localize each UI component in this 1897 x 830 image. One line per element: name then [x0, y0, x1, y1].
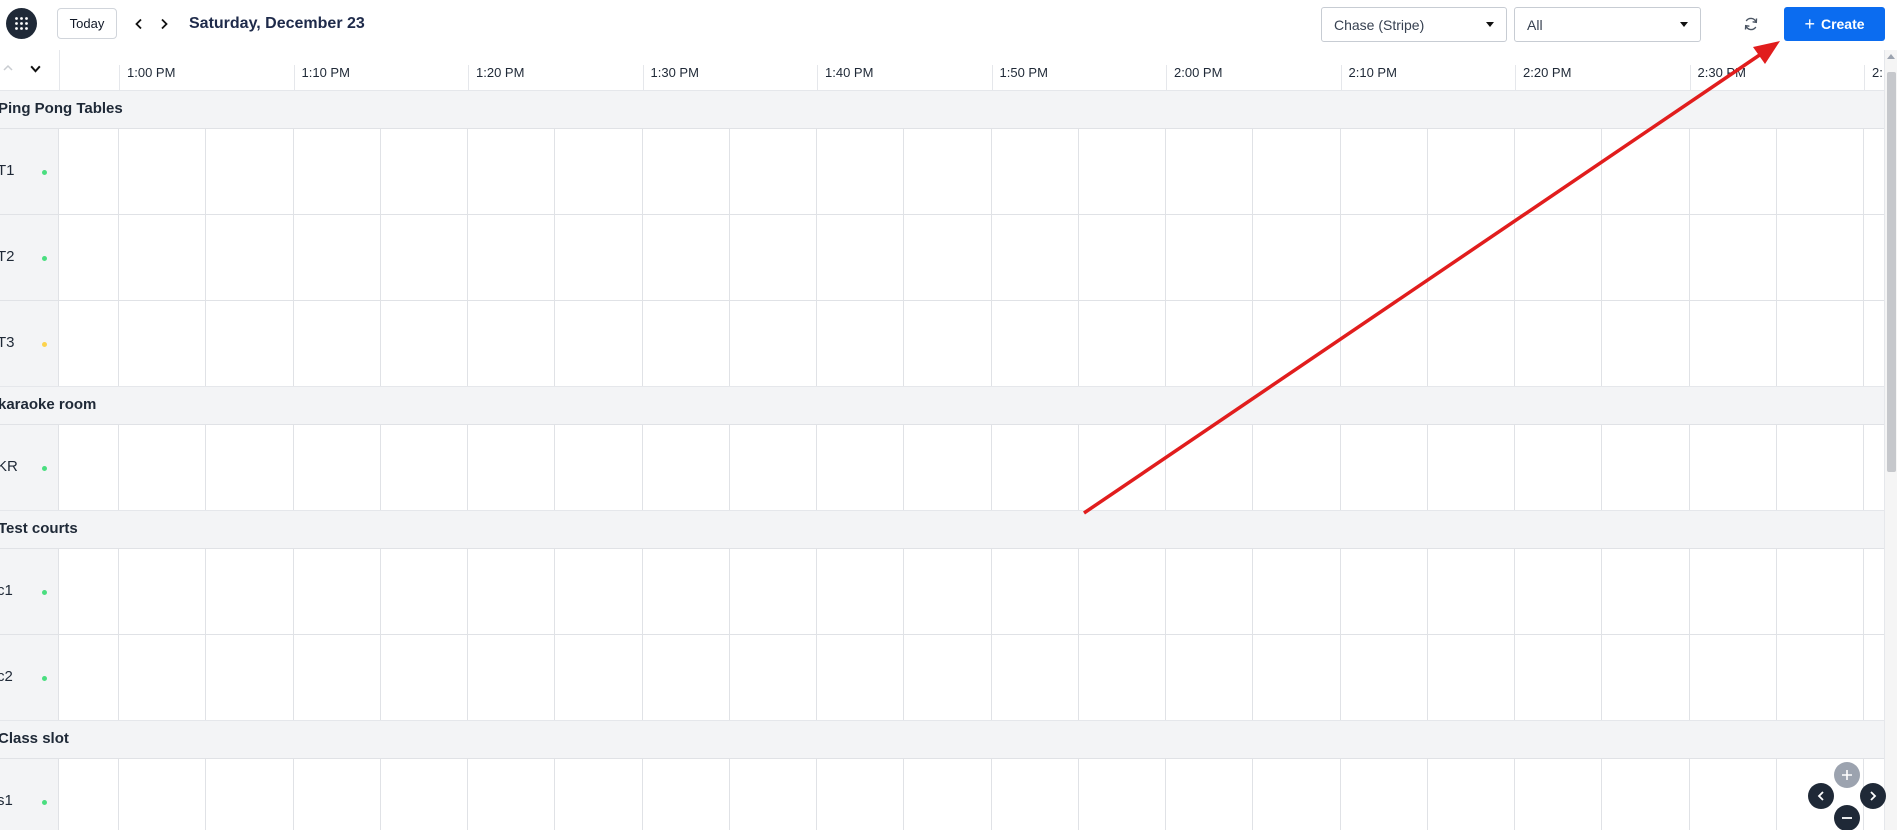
resource-group-header[interactable]: Class slot [0, 720, 1884, 758]
resource-group-name: Ping Pong Tables [0, 100, 123, 117]
time-label: 1:40 PM [817, 65, 873, 90]
chevron-right-icon [1870, 791, 1877, 801]
filter-select-value: All [1527, 16, 1543, 33]
resource-group-header[interactable]: Test courts [0, 510, 1884, 548]
resource-name: T1 [0, 162, 15, 179]
resource-name: T3 [0, 334, 15, 351]
resource-label-cell[interactable]: c1 [0, 549, 59, 634]
time-slot-area[interactable] [59, 301, 1884, 386]
time-label: 1:20 PM [468, 65, 524, 90]
refresh-icon [1744, 17, 1758, 31]
refresh-button[interactable] [1740, 13, 1762, 35]
resource-label-cell[interactable]: c2 [0, 635, 59, 720]
account-select-value: Chase (Stripe) [1334, 16, 1425, 33]
create-button-label: Create [1820, 16, 1865, 32]
time-label: 2:20 PM [1515, 65, 1571, 90]
resource-group-header[interactable]: karaoke room [0, 386, 1884, 424]
resource-name: c2 [0, 668, 13, 685]
resource-row: T3 [0, 300, 1884, 386]
status-dot-icon [42, 800, 47, 805]
resource-row: c1 [0, 548, 1884, 634]
resource-schedule-grid: Ping Pong Tables T1 T2 T3 karaoke room KR Test… [0, 90, 1884, 830]
time-label: 2:10 PM [1340, 65, 1397, 90]
resource-group-header[interactable]: Ping Pong Tables [0, 90, 1884, 128]
collapse-expand-controls [0, 50, 59, 90]
chevron-left-icon [135, 18, 142, 30]
zoom-in-button[interactable] [1834, 762, 1860, 788]
resource-name: KR [0, 458, 18, 475]
current-date-title: Saturday, December 23 [189, 15, 365, 32]
vertical-scrollbar[interactable] [1884, 50, 1897, 830]
status-dot-icon [42, 466, 47, 471]
resource-row: T1 [0, 128, 1884, 214]
plus-icon: + [1804, 14, 1815, 34]
today-button[interactable]: Today [57, 8, 117, 39]
time-label: 1:00 PM [119, 65, 175, 90]
time-label: 2:00 PM [1166, 65, 1222, 90]
top-toolbar: Today Saturday, December 23 Chase (Strip… [0, 0, 1897, 50]
time-label: 1:30 PM [642, 65, 699, 90]
resource-name: T2 [0, 248, 15, 265]
previous-day-button[interactable] [129, 13, 149, 35]
resource-label-cell[interactable]: T3 [0, 301, 59, 386]
status-dot-icon [42, 676, 47, 681]
time-slot-area[interactable] [59, 635, 1884, 720]
time-label: 2:30 PM [1689, 65, 1746, 90]
scrollbar-thumb[interactable] [1887, 72, 1896, 472]
chevron-down-icon[interactable] [29, 62, 42, 75]
zoom-out-button[interactable] [1834, 805, 1860, 830]
time-slot-area[interactable] [59, 215, 1884, 300]
status-dot-icon [42, 256, 47, 261]
time-slot-area[interactable] [59, 425, 1884, 510]
resource-row: T2 [0, 214, 1884, 300]
caret-down-icon [1680, 22, 1688, 27]
status-dot-icon [42, 170, 47, 175]
grid-apps-icon [15, 17, 28, 30]
plus-icon [1842, 770, 1852, 780]
chevron-right-icon [161, 18, 168, 30]
resource-group-name: Test courts [0, 520, 78, 537]
status-dot-icon [42, 590, 47, 595]
next-day-button[interactable] [154, 13, 174, 35]
resource-group-name: karaoke room [0, 396, 97, 413]
resource-name: s1 [0, 792, 13, 809]
filter-select[interactable]: All [1514, 7, 1701, 42]
resource-row: s1 [0, 758, 1884, 830]
scroll-up-arrow-icon[interactable] [1887, 54, 1895, 59]
caret-down-icon [1486, 22, 1494, 27]
resource-name: c1 [0, 582, 13, 599]
minus-icon [1842, 817, 1852, 819]
resource-label-cell[interactable]: T1 [0, 129, 59, 214]
time-label: 1:50 PM [991, 65, 1048, 90]
resource-label-cell[interactable]: T2 [0, 215, 59, 300]
time-slot-area[interactable] [59, 759, 1884, 830]
apps-menu-button[interactable] [6, 8, 37, 39]
time-label: 2: [1864, 65, 1883, 90]
account-select[interactable]: Chase (Stripe) [1321, 7, 1507, 42]
chevron-left-icon [1817, 791, 1824, 801]
chevron-up-icon[interactable] [2, 62, 14, 74]
resource-row: KR [0, 424, 1884, 510]
time-slot-area[interactable] [59, 549, 1884, 634]
status-dot-icon [42, 342, 47, 347]
scroll-right-button[interactable] [1860, 783, 1886, 809]
create-button[interactable]: + Create [1784, 7, 1885, 41]
resource-label-cell[interactable]: s1 [0, 759, 59, 830]
time-slot-area[interactable] [59, 129, 1884, 214]
time-label: 1:10 PM [293, 65, 350, 90]
scroll-left-button[interactable] [1808, 783, 1834, 809]
resource-label-cell[interactable]: KR [0, 425, 59, 510]
resource-row: c2 [0, 634, 1884, 720]
resource-group-name: Class slot [0, 730, 69, 747]
time-axis-header: 1:00 PM 1:10 PM 1:20 PM 1:30 PM 1:40 PM 1:50 … [59, 50, 1884, 90]
